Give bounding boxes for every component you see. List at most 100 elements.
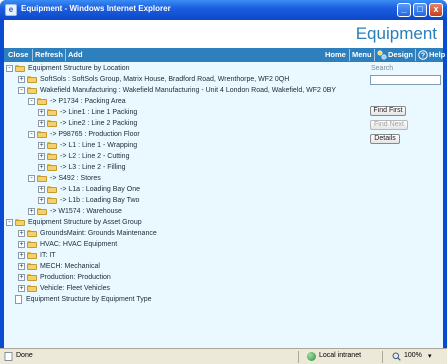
folder-icon (37, 175, 47, 182)
tree-node-label[interactable]: SoftSols : SoftSols Group, Matrix House,… (40, 74, 289, 85)
tree-node-label[interactable]: -> L1b : Loading Bay Two (60, 195, 139, 206)
toolbar-divider (349, 49, 350, 61)
tree-node-label[interactable]: -> S492 : Stores (50, 173, 101, 184)
design-icon (377, 50, 387, 60)
tree-node-label[interactable]: -> P1734 : Packing Area (50, 96, 126, 107)
intranet-globe-icon (307, 352, 316, 361)
expand-icon[interactable]: + (18, 241, 25, 248)
tree-node-label[interactable]: Production: Production (40, 272, 111, 283)
page-content: Equipment Close Refresh Add Home Menu De… (4, 20, 445, 348)
folder-icon (47, 120, 57, 127)
status-divider (382, 351, 383, 363)
collapse-icon[interactable]: - (6, 65, 13, 72)
security-zone: Local intranet (319, 352, 362, 359)
expand-icon[interactable]: + (38, 186, 45, 193)
expand-icon[interactable]: + (18, 285, 25, 292)
minimize-button[interactable]: _ (397, 3, 411, 17)
expand-icon[interactable]: + (18, 252, 25, 259)
svg-text:?: ? (421, 53, 425, 60)
expand-icon[interactable]: + (38, 120, 45, 127)
design-link[interactable]: Design (388, 50, 413, 59)
folder-icon (47, 109, 57, 116)
search-panel: Search Find First Find Next Details (366, 62, 443, 162)
folder-icon (15, 65, 25, 72)
tree-node-label[interactable]: Equipment Structure by Asset Group (28, 217, 142, 228)
folder-icon (27, 230, 37, 237)
document-icon (15, 295, 22, 304)
expand-icon[interactable]: + (38, 153, 45, 160)
refresh-link[interactable]: Refresh (35, 50, 63, 59)
folder-icon (27, 285, 37, 292)
close-link[interactable]: Close (8, 50, 28, 59)
close-window-button[interactable]: x (429, 3, 443, 17)
toolbar-divider (374, 49, 375, 61)
expand-icon[interactable]: + (18, 76, 25, 83)
help-link[interactable]: Help (429, 50, 445, 59)
tree-node-label[interactable]: -> W1574 : Warehouse (50, 206, 122, 217)
status-divider (298, 351, 299, 363)
folder-icon (27, 76, 37, 83)
tree-node-label[interactable]: GroundsMaint: Grounds Maintenance (40, 228, 157, 239)
tree-node-label[interactable]: Wakefield Manufacturing : Wakefield Manu… (40, 85, 336, 96)
tree-node-label[interactable]: HVAC: HVAC Equipment (40, 239, 117, 250)
search-label: Search (371, 65, 394, 72)
collapse-icon[interactable]: - (28, 175, 35, 182)
collapse-icon[interactable]: - (18, 87, 25, 94)
tree-node-label[interactable]: Vehicle: Fleet Vehicles (40, 283, 110, 294)
toolbar-divider (415, 49, 416, 61)
tree-node-label[interactable]: -> Line1 : Line 1 Packing (60, 107, 137, 118)
page-icon (4, 352, 13, 361)
folder-icon (27, 87, 37, 94)
folder-icon (27, 263, 37, 270)
expand-icon[interactable]: + (18, 274, 25, 281)
details-button[interactable]: Details (370, 134, 400, 144)
app-header: Equipment (4, 20, 443, 48)
folder-icon (37, 131, 47, 138)
status-bar: Done Local intranet 100% ▾ (0, 348, 447, 364)
collapse-icon[interactable]: - (28, 131, 35, 138)
title-bar[interactable]: e Equipment - Windows Internet Explorer … (0, 0, 447, 20)
folder-icon (47, 153, 57, 160)
folder-icon (37, 208, 47, 215)
find-first-button[interactable]: Find First (370, 106, 406, 116)
folder-icon (47, 186, 57, 193)
expand-icon[interactable]: + (38, 142, 45, 149)
menu-link[interactable]: Menu (352, 50, 372, 59)
window-title: Equipment - Windows Internet Explorer (21, 4, 171, 13)
add-link[interactable]: Add (68, 50, 83, 59)
expand-icon[interactable]: + (28, 208, 35, 215)
tree-node-label[interactable]: IT: IT (40, 250, 56, 261)
toolbar: Close Refresh Add Home Menu Design ? Hel… (4, 48, 445, 62)
zoom-dropdown-icon[interactable]: ▾ (428, 352, 432, 360)
page-title: Equipment (355, 24, 437, 43)
maximize-button[interactable]: □ (413, 3, 427, 17)
tree-node-label[interactable]: MECH: Mechanical (40, 261, 100, 272)
home-link[interactable]: Home (325, 50, 346, 59)
expand-icon[interactable]: + (38, 197, 45, 204)
tree-node-label[interactable]: Equipment Structure by Location (28, 63, 130, 74)
expand-icon[interactable]: + (38, 109, 45, 116)
expand-icon[interactable]: + (18, 263, 25, 270)
help-icon: ? (418, 50, 428, 60)
tree-node-label[interactable]: -> L1 : Line 1 - Wrapping (60, 140, 137, 151)
folder-icon (27, 241, 37, 248)
tree-node-label[interactable]: -> Line2 : Line 2 Packing (60, 118, 137, 129)
folder-icon (47, 197, 57, 204)
zoom-icon (392, 352, 401, 361)
find-next-button[interactable]: Find Next (370, 120, 408, 130)
folder-icon (47, 164, 57, 171)
expand-icon[interactable]: + (38, 164, 45, 171)
collapse-icon[interactable]: - (28, 98, 35, 105)
tree-node-label[interactable]: Equipment Structure by Equipment Type (26, 294, 152, 305)
tree-node-label[interactable]: -> P98765 : Production Floor (50, 129, 140, 140)
toolbar-divider (65, 49, 66, 61)
expand-icon[interactable]: + (18, 230, 25, 237)
tree-node-label[interactable]: -> L3 : Line 2 - Filling (60, 162, 126, 173)
collapse-icon[interactable]: - (6, 219, 13, 226)
tree-node-label[interactable]: -> L2 : Line 2 - Cutting (60, 151, 129, 162)
toolbar-divider (32, 49, 33, 61)
tree-node-label[interactable]: -> L1a : Loading Bay One (60, 184, 140, 195)
search-input[interactable] (370, 75, 441, 85)
folder-icon (47, 142, 57, 149)
zoom-level[interactable]: 100% (404, 352, 422, 359)
